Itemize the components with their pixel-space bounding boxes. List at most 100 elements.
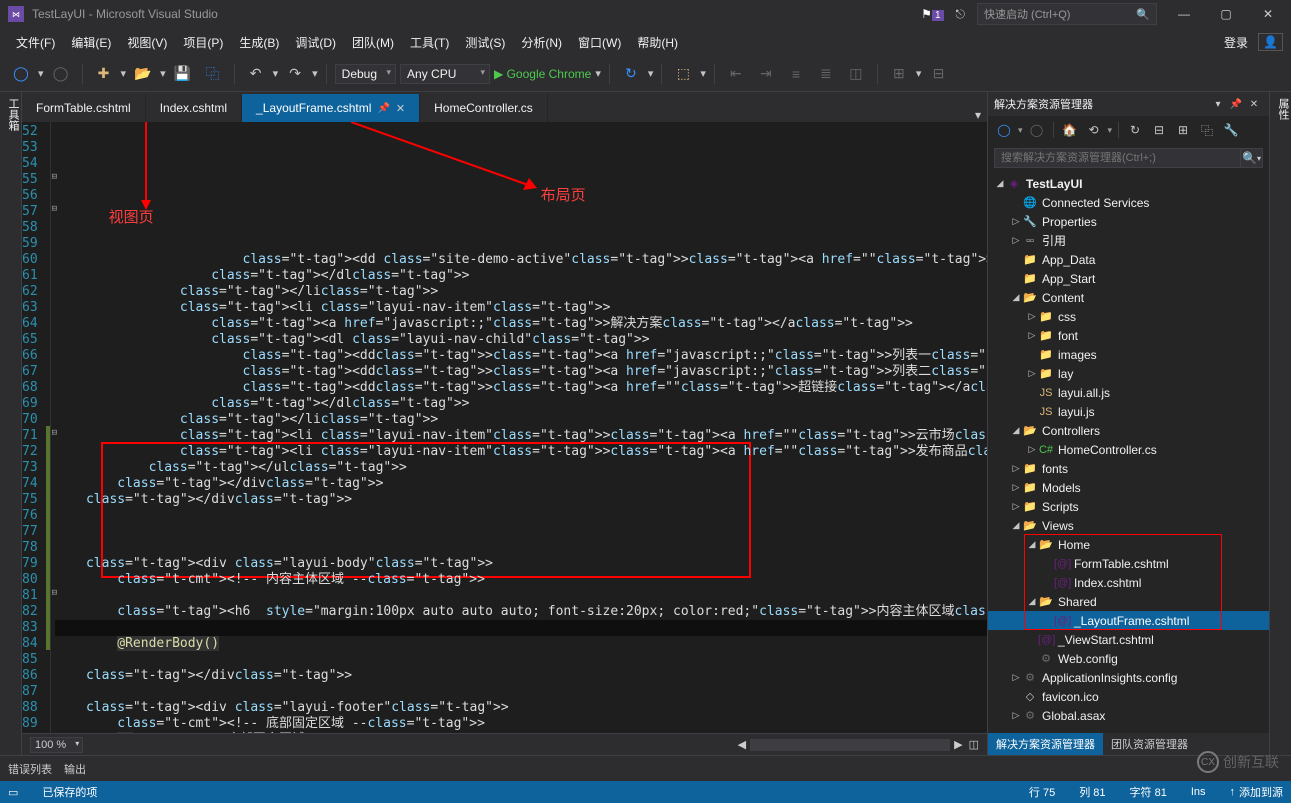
tb-a[interactable]: ⬚ [670, 61, 696, 87]
tree-item[interactable]: ▷▫▫引用 [988, 231, 1269, 250]
se-refresh-icon[interactable]: ↻ [1125, 120, 1145, 140]
menu-window[interactable]: 窗口(W) [570, 30, 629, 55]
properties-sidebar-tab[interactable]: 属性 [1269, 92, 1291, 755]
start-debug-button[interactable]: ▶ Google Chrome [494, 67, 591, 81]
se-sync-icon[interactable]: ⟲ [1084, 120, 1104, 140]
tab-index[interactable]: Index.cshtml [146, 94, 242, 122]
tree-item[interactable]: ◇favicon.ico [988, 687, 1269, 706]
panel-tab-team[interactable]: 团队资源管理器 [1103, 733, 1196, 755]
menu-team[interactable]: 团队(M) [344, 30, 402, 55]
panel-close-button[interactable]: ✕ [1245, 99, 1263, 110]
tab-homecontroller[interactable]: HomeController.cs [420, 94, 548, 122]
tab-layoutframe[interactable]: _LayoutFrame.cshtml📌✕ [242, 94, 420, 122]
tabs-overflow-button[interactable]: ▾ [969, 108, 987, 122]
tree-item[interactable]: ▷📁css [988, 307, 1269, 326]
menu-build[interactable]: 生成(B) [231, 30, 287, 55]
feedback-icon[interactable]: ⎋ [956, 7, 966, 22]
se-back-icon[interactable]: ◯ [994, 120, 1014, 140]
close-tab-icon[interactable]: ✕ [396, 102, 405, 115]
code-editor[interactable]: 视图页 布局页 class="t-tag"><dd class="site-de… [51, 122, 987, 733]
tree-item[interactable]: ◢📂Content [988, 288, 1269, 307]
tree-item[interactable]: 📁App_Data [988, 250, 1269, 269]
tree-item[interactable]: ▷📁fonts [988, 459, 1269, 478]
solution-search-input[interactable] [994, 148, 1241, 168]
tree-item[interactable]: ◢📂Home [988, 535, 1269, 554]
hscroll-track[interactable] [750, 739, 950, 751]
se-home-icon[interactable]: 🏠 [1060, 120, 1080, 140]
menu-file[interactable]: 文件(F) [8, 30, 63, 55]
save-button[interactable]: 💾 [170, 61, 196, 87]
tree-item[interactable]: ◢📂Shared [988, 592, 1269, 611]
tree-item[interactable]: ▷⚙ApplicationInsights.config [988, 668, 1269, 687]
panel-pin-button[interactable]: 📌 [1227, 99, 1245, 110]
nav-forward-button[interactable]: ◯ [48, 61, 74, 87]
new-project-button[interactable]: ✚ [91, 61, 117, 87]
tree-item[interactable]: ▷C#HomeController.cs [988, 440, 1269, 459]
split-icon[interactable]: ◫ [969, 738, 979, 751]
tree-item[interactable]: ▷📁Scripts [988, 497, 1269, 516]
menu-analyze[interactable]: 分析(N) [513, 30, 570, 55]
solution-tree[interactable]: ◢◈TestLayUI🌐Connected Services▷🔧Properti… [988, 172, 1269, 733]
pin-icon[interactable]: 📌 [377, 103, 389, 114]
tree-item[interactable]: ◢◈TestLayUI [988, 174, 1269, 193]
hscroll-left[interactable]: ◀ [738, 738, 746, 751]
tree-item[interactable]: [@]Index.cshtml [988, 573, 1269, 592]
close-button[interactable]: ✕ [1253, 7, 1283, 21]
se-showall-icon[interactable]: ⊞ [1173, 120, 1193, 140]
minimize-button[interactable]: — [1169, 7, 1199, 21]
menu-edit[interactable]: 编辑(E) [63, 30, 119, 55]
se-collapse-icon[interactable]: ⊟ [1149, 120, 1169, 140]
zoom-dropdown[interactable]: 100 % [30, 737, 83, 753]
menu-project[interactable]: 项目(P) [175, 30, 231, 55]
panel-dropdown-button[interactable]: ▾ [1209, 99, 1227, 110]
panel-tab-solution[interactable]: 解决方案资源管理器 [988, 733, 1103, 755]
tree-item[interactable]: ▷📁font [988, 326, 1269, 345]
maximize-button[interactable]: ▢ [1211, 7, 1241, 21]
browser-link-button[interactable]: ↻ [618, 61, 644, 87]
tb-b[interactable]: ⇤ [723, 61, 749, 87]
toolbox-sidebar-tab[interactable]: 工具箱 [0, 92, 22, 755]
tb-f[interactable]: ◫ [843, 61, 869, 87]
nav-back-button[interactable]: ◯ [8, 61, 34, 87]
tb-d[interactable]: ≡ [783, 61, 809, 87]
bottom-tab-output[interactable]: 输出 [64, 761, 86, 777]
tree-item[interactable]: ▷📁lay [988, 364, 1269, 383]
user-icon[interactable]: 👤 [1258, 33, 1283, 51]
se-props-icon[interactable]: 🔧 [1221, 120, 1241, 140]
tree-item[interactable]: ⚙Web.config [988, 649, 1269, 668]
tree-item[interactable]: ◢📂Views [988, 516, 1269, 535]
menu-debug[interactable]: 调试(D) [287, 30, 344, 55]
tb-e[interactable]: ≣ [813, 61, 839, 87]
platform-dropdown[interactable]: Any CPU [400, 64, 490, 84]
bottom-tab-errors[interactable]: 错误列表 [8, 761, 52, 777]
tb-h[interactable]: ⊟ [925, 61, 951, 87]
tree-item[interactable]: ▷📁Models [988, 478, 1269, 497]
menu-tools[interactable]: 工具(T) [402, 30, 457, 55]
status-publish[interactable]: ↑ 添加到源 [1230, 784, 1284, 800]
tree-item[interactable]: [@]_LayoutFrame.cshtml [988, 611, 1269, 630]
tb-c[interactable]: ⇥ [753, 61, 779, 87]
quick-launch-input[interactable]: 快速启动 (Ctrl+Q) 🔍 [977, 3, 1157, 25]
tb-g[interactable]: ⊞ [886, 61, 912, 87]
open-file-button[interactable]: 📂 [130, 61, 156, 87]
menu-test[interactable]: 测试(S) [457, 30, 513, 55]
login-link[interactable]: 登录 [1224, 34, 1248, 51]
redo-button[interactable]: ↷ [282, 61, 308, 87]
tree-item[interactable]: JSlayui.all.js [988, 383, 1269, 402]
tree-item[interactable]: ◢📂Controllers [988, 421, 1269, 440]
tab-formtable[interactable]: FormTable.cshtml [22, 94, 146, 122]
notifications-flag-icon[interactable]: ⚑1 [921, 7, 943, 21]
tree-item[interactable]: JSlayui.js [988, 402, 1269, 421]
tree-item[interactable]: 📁App_Start [988, 269, 1269, 288]
menu-view[interactable]: 视图(V) [119, 30, 175, 55]
save-all-button[interactable]: ⿻ [200, 61, 226, 87]
se-copy-icon[interactable]: ⿻ [1197, 120, 1217, 140]
tree-item[interactable]: [@]FormTable.cshtml [988, 554, 1269, 573]
menu-help[interactable]: 帮助(H) [629, 30, 686, 55]
se-fwd-icon[interactable]: ◯ [1027, 120, 1047, 140]
tree-item[interactable]: ▷⚙Global.asax [988, 706, 1269, 725]
undo-button[interactable]: ↶ [243, 61, 269, 87]
tree-item[interactable]: 🌐Connected Services [988, 193, 1269, 212]
search-icon[interactable]: 🔍▾ [1241, 148, 1263, 168]
config-dropdown[interactable]: Debug [335, 64, 396, 84]
